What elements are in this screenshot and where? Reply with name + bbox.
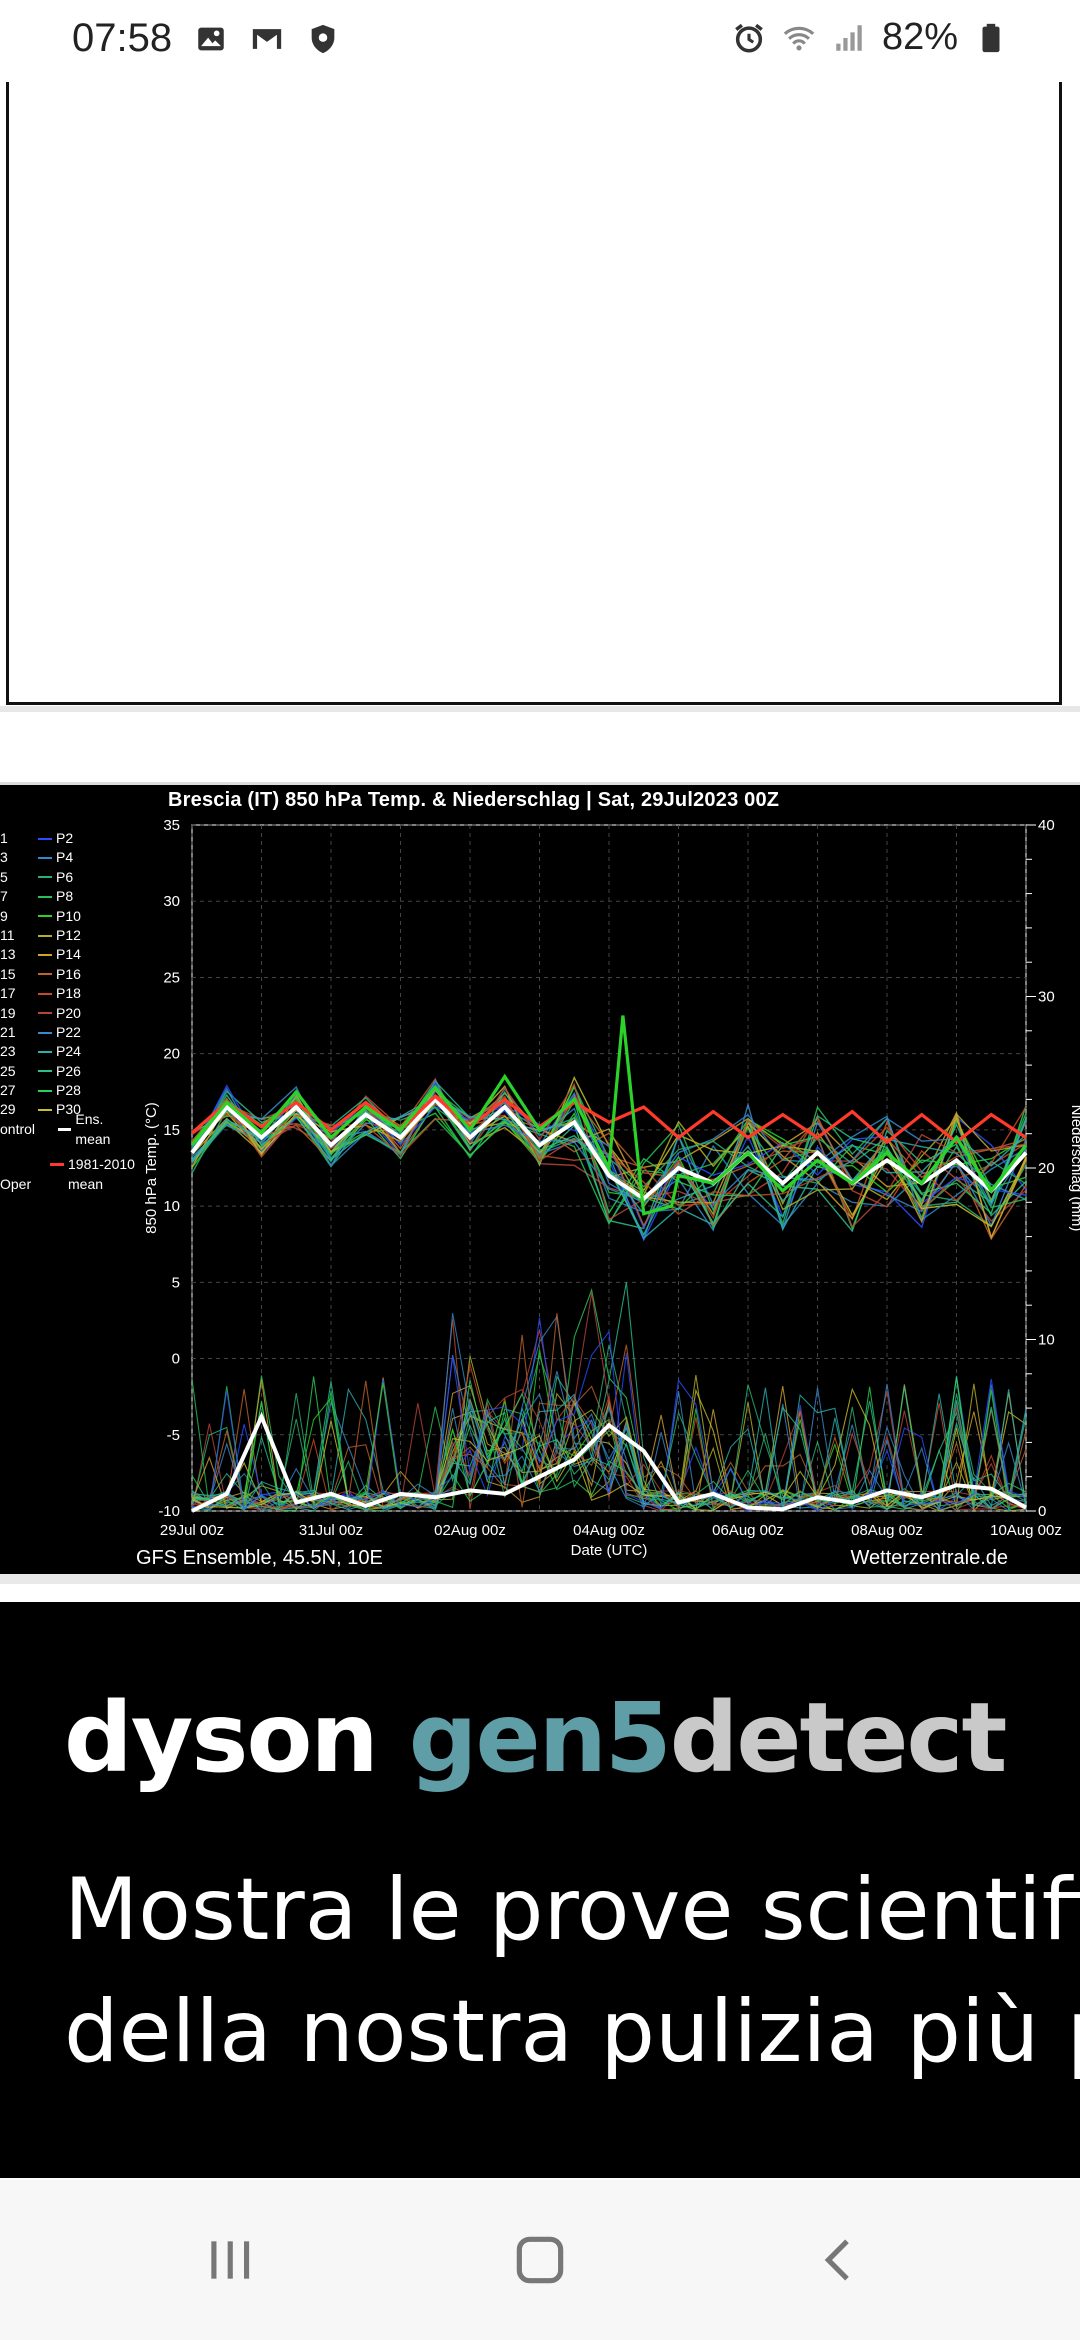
brand-gen5: gen5 <box>408 1682 672 1794</box>
y2-tick-label: 0 <box>1038 1503 1046 1520</box>
x-tick-label: 02Aug 00z <box>434 1522 506 1539</box>
signal-icon <box>836 24 862 51</box>
x-tick-label: 10Aug 00z <box>990 1522 1062 1539</box>
y2-tick-label: 40 <box>1038 817 1055 834</box>
recent-apps-button[interactable] <box>190 2220 270 2300</box>
weather-chart[interactable]: Brescia (IT) 850 hPa Temp. & Niederschla… <box>0 782 1080 1584</box>
chart-source-left: GFS Ensemble, 45.5N, 10E <box>136 1547 383 1569</box>
navigation-bar <box>0 2180 1080 2340</box>
shield-icon <box>311 24 335 53</box>
y2-tick-label: 30 <box>1038 989 1055 1006</box>
back-button[interactable] <box>800 2220 880 2300</box>
recent-apps-icon <box>211 2241 250 2279</box>
y2-tick-label: 10 <box>1038 1332 1055 1349</box>
brand-detect: detect <box>669 1682 1008 1794</box>
chart-plot: -10 -5 0 5 10 15 20 25 30 35 0 10 20 30 40 29Jul 00z 31J… <box>143 817 1080 1559</box>
x-axis-label: Date (UTC) <box>571 1542 648 1559</box>
home-button[interactable] <box>500 2220 580 2300</box>
ad-headline-1: Mostra le prove scientifiche <box>64 1860 1080 1960</box>
y-tick-label: 5 <box>172 1274 180 1291</box>
y-tick-label: 25 <box>163 969 180 986</box>
gmail-icon <box>252 28 282 49</box>
blank-content-frame <box>6 82 1062 705</box>
y-tick-label: 10 <box>163 1198 180 1215</box>
ad-headline-2: della nostra pulizia più profonda <box>64 1982 1080 2082</box>
chart-source-right: Wetterzentrale.de <box>850 1547 1009 1569</box>
battery-icon <box>982 23 1000 52</box>
y-tick-label: 20 <box>163 1046 180 1063</box>
y-tick-label: -10 <box>158 1503 180 1520</box>
back-icon <box>824 2239 849 2281</box>
y-tick-label: 30 <box>163 893 180 910</box>
y-tick-label: 35 <box>163 817 180 834</box>
image-icon <box>198 27 224 50</box>
battery-percentage: 82% <box>881 16 958 58</box>
dyson-ad[interactable]: dyson gen5detect Mostra le prove scientif… <box>0 1602 1080 2178</box>
y-tick-label: 0 <box>172 1351 180 1368</box>
x-tick-label: 04Aug 00z <box>573 1522 645 1539</box>
frame-shadow <box>0 706 1080 712</box>
x-tick-label: 08Aug 00z <box>851 1522 923 1539</box>
x-tick-label: 31Jul 00z <box>299 1522 363 1539</box>
home-icon <box>516 2236 564 2284</box>
y2-axis-label: Niederschlag (mm) <box>1068 1105 1080 1232</box>
brand-dyson: dyson <box>64 1682 379 1794</box>
alarm-icon <box>735 23 763 53</box>
status-bar: 07:58 82% <box>0 0 1080 82</box>
wifi-icon <box>783 26 815 50</box>
y-tick-label: 15 <box>163 1122 180 1139</box>
y2-tick-label: 20 <box>1038 1160 1055 1177</box>
y-axis-label: 850 hPa Temp. (°C) <box>143 1102 160 1234</box>
x-tick-label: 29Jul 00z <box>160 1522 224 1539</box>
x-tick-label: 06Aug 00z <box>712 1522 784 1539</box>
y-tick-label: -5 <box>167 1427 180 1444</box>
status-time: 07:58 <box>72 16 173 60</box>
ad-brand: dyson gen5detect <box>64 1682 1008 1794</box>
